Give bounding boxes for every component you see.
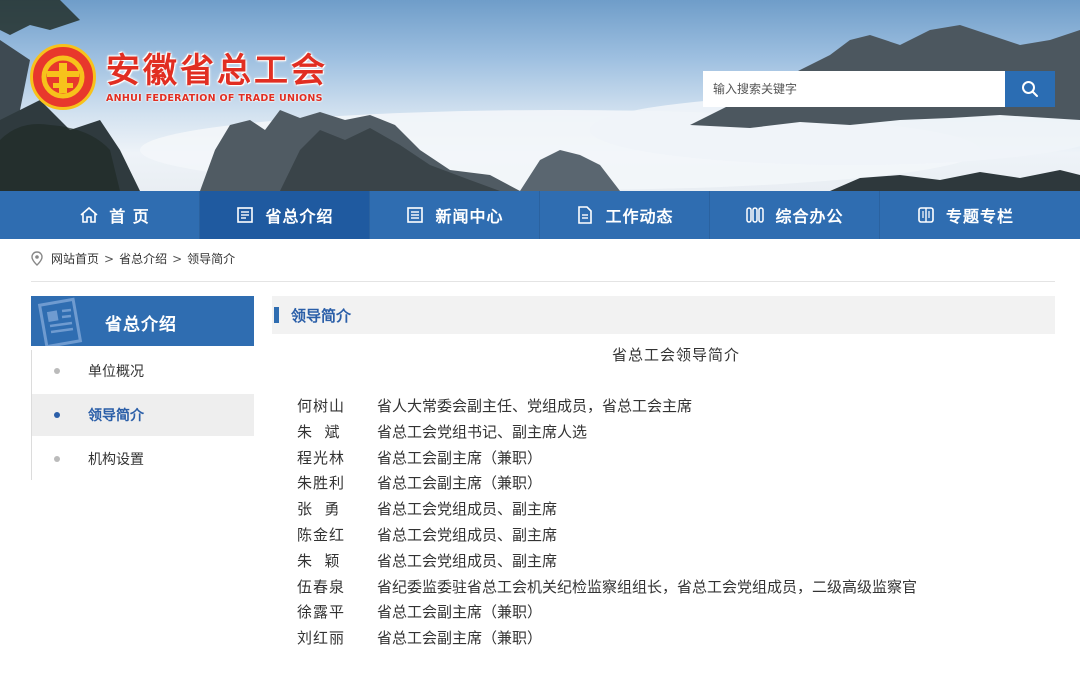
sidebar-list: 单位概况 领导简介 机构设置 — [31, 350, 254, 480]
nav-item-work[interactable]: 工作动态 — [540, 191, 710, 239]
nav-label: 工作动态 — [605, 207, 674, 226]
bullet-icon — [54, 368, 60, 374]
leader-title: 省总工会副主席（兼职） — [377, 474, 543, 493]
breadcrumb-home[interactable]: 网站首页 — [51, 250, 99, 267]
nav-label: 首 页 — [109, 207, 150, 226]
sidebar-item-label: 领导简介 — [88, 408, 144, 424]
section-title: 领导简介 — [291, 306, 352, 325]
leader-title: 省总工会副主席（兼职） — [377, 603, 543, 622]
bullet-icon — [54, 456, 60, 462]
leader-row: 朱 颖 省总工会党组成员、副主席 — [297, 549, 1055, 575]
leader-title: 省总工会副主席（兼职） — [377, 629, 543, 648]
leader-title: 省人大常委会副主任、党组成员，省总工会主席 — [377, 397, 693, 415]
newspaper-icon — [37, 297, 83, 346]
leader-row: 张 勇 省总工会党组成员、副主席 — [297, 497, 1055, 523]
sidebar-item-structure[interactable]: 机构设置 — [32, 438, 254, 480]
leader-title: 省总工会党组书记、副主席人选 — [377, 422, 588, 441]
file-icon — [575, 205, 595, 225]
leader-name: 何树山 — [297, 397, 346, 415]
leader-row: 刘红丽 省总工会副主席（兼职） — [297, 626, 1055, 652]
leader-title: 省总工会副主席（兼职） — [377, 448, 543, 467]
breadcrumb: 网站首页 > 省总介绍 > 领导简介 — [31, 250, 235, 267]
sidebar-item-leaders[interactable]: 领导简介 — [32, 394, 254, 436]
leader-title: 省总工会党组成员、副主席 — [377, 551, 558, 570]
leader-row: 何树山 省人大常委会副主任、党组成员，省总工会主席 — [297, 394, 1055, 420]
book-icon — [916, 205, 936, 225]
nav-item-special[interactable]: 专题专栏 — [880, 191, 1050, 239]
sidebar: 省总介绍 单位概况 领导简介 机构设置 — [31, 296, 254, 480]
leader-row: 徐露平 省总工会副主席（兼职） — [297, 600, 1055, 626]
leader-name: 陈金红 — [297, 525, 346, 544]
leader-title: 省总工会党组成员、副主席 — [377, 525, 558, 544]
leader-name: 朱胜利 — [297, 474, 346, 493]
search-button[interactable] — [1005, 71, 1055, 107]
leader-name: 伍春泉 — [297, 577, 346, 596]
section-marker — [274, 307, 279, 323]
main-content: 领导简介 省总工会领导简介 何树山 省人大常委会副主任、党组成员，省总工会主席 … — [272, 296, 1055, 652]
location-pin-icon — [31, 251, 43, 266]
nav-item-office[interactable]: 综合办公 — [710, 191, 880, 239]
logo-title: 安徽省总工会 — [106, 50, 328, 91]
sidebar-title: 省总介绍 — [105, 315, 177, 335]
union-emblem-icon — [30, 44, 96, 110]
leader-row: 伍春泉 省纪委监委驻省总工会机关纪检监察组组长，省总工会党组成员，二级高级监察官 — [297, 575, 1055, 601]
breadcrumb-about[interactable]: 省总介绍 — [119, 250, 167, 267]
sidebar-header: 省总介绍 — [31, 296, 254, 346]
sidebar-item-overview[interactable]: 单位概况 — [32, 350, 254, 392]
leader-name: 张 勇 — [297, 500, 341, 519]
leader-row: 陈金红 省总工会党组成员、副主席 — [297, 523, 1055, 549]
nav-item-about[interactable]: 省总介绍 — [200, 191, 370, 239]
breadcrumb-current[interactable]: 领导简介 — [187, 250, 235, 267]
search-icon — [1022, 81, 1038, 97]
header-banner: 安徽省总工会 ANHUI FEDERATION OF TRADE UNIONS — [0, 0, 1080, 191]
leader-name: 朱 颖 — [297, 551, 341, 570]
leader-name: 程光林 — [297, 448, 346, 467]
home-icon — [79, 205, 99, 225]
nav-label: 专题专栏 — [945, 207, 1014, 226]
leader-row: 朱胜利 省总工会副主席（兼职） — [297, 471, 1055, 497]
leader-title: 省纪委监委驻省总工会机关纪检监察组组长，省总工会党组成员，二级高级监察官 — [377, 577, 918, 596]
sidebar-item-label: 单位概况 — [88, 364, 144, 380]
document-icon — [235, 205, 255, 225]
nav-item-home[interactable]: 首 页 — [30, 191, 200, 239]
leader-name: 朱 斌 — [297, 422, 341, 441]
nav-label: 新闻中心 — [435, 207, 504, 226]
office-icon — [745, 205, 765, 225]
search-box — [703, 71, 1055, 107]
nav-item-news[interactable]: 新闻中心 — [370, 191, 540, 239]
nav-label: 省总介绍 — [265, 207, 334, 226]
section-header: 领导简介 — [272, 296, 1055, 334]
breadcrumb-separator: > — [104, 251, 115, 266]
news-icon — [405, 205, 425, 225]
breadcrumb-separator: > — [172, 251, 183, 266]
logo-subtitle: ANHUI FEDERATION OF TRADE UNIONS — [106, 92, 323, 104]
leader-title: 省总工会党组成员、副主席 — [377, 500, 558, 519]
bullet-icon — [54, 412, 60, 418]
search-input[interactable] — [703, 71, 1005, 107]
nav-label: 综合办公 — [775, 207, 844, 226]
leader-name: 刘红丽 — [297, 629, 346, 648]
leader-list: 何树山 省人大常委会副主任、党组成员，省总工会主席 朱 斌 省总工会党组书记、副… — [297, 394, 1055, 652]
divider — [31, 281, 1055, 282]
leader-name: 徐露平 — [297, 603, 346, 622]
leader-row: 朱 斌 省总工会党组书记、副主席人选 — [297, 420, 1055, 446]
main-nav: 首 页 省总介绍 新闻中心 工作动态 综合办公 专题专栏 — [0, 191, 1080, 239]
article-title: 省总工会领导简介 — [611, 346, 740, 364]
site-logo[interactable]: 安徽省总工会 ANHUI FEDERATION OF TRADE UNIONS — [30, 44, 328, 110]
sidebar-item-label: 机构设置 — [88, 452, 144, 468]
leader-row: 程光林 省总工会副主席（兼职） — [297, 446, 1055, 472]
